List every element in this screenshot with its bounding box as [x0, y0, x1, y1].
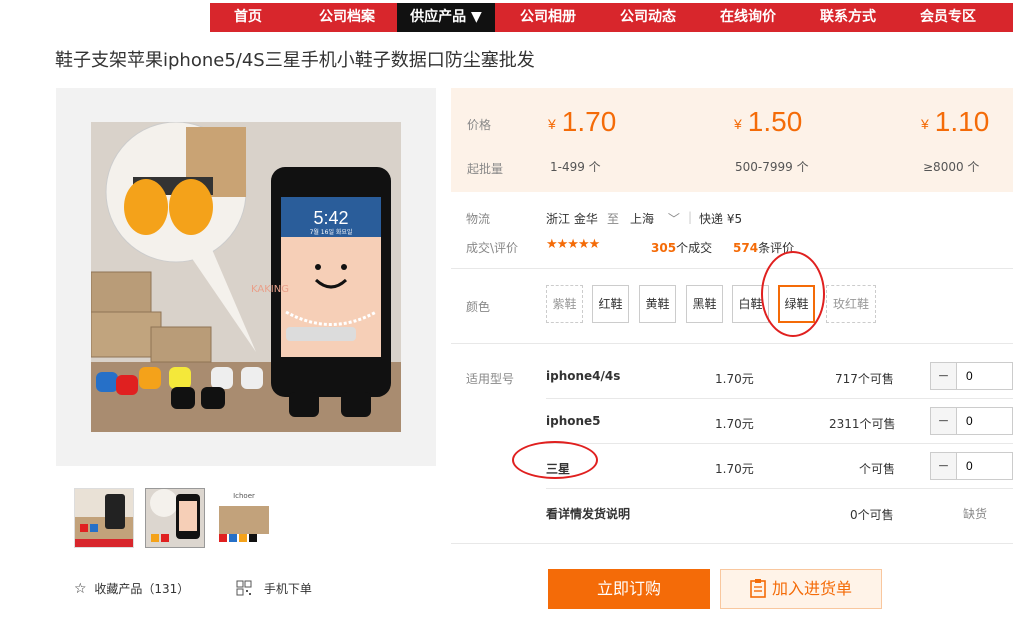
ship-to-word: 至	[607, 212, 620, 226]
deal-count-link[interactable]: 305个成交	[651, 239, 712, 256]
thumbnail-3[interactable]: Ichoer	[214, 488, 274, 548]
model-price-2: 1.70元	[715, 417, 754, 431]
nav-inquiry[interactable]: 在线询价	[703, 3, 793, 32]
annotation-circle-color	[761, 251, 825, 337]
svg-text:7월 16일 화요일: 7월 16일 화요일	[310, 228, 353, 236]
color-option-purple[interactable]: 紫鞋	[546, 285, 583, 323]
minus-button[interactable]: −	[931, 453, 957, 479]
logistics-label: 物流	[466, 212, 491, 226]
nav-members[interactable]: 会员专区	[903, 3, 993, 32]
price-tier-1: ¥1.70	[548, 106, 617, 137]
review-count: 574	[733, 241, 759, 255]
clipboard-icon	[750, 574, 766, 612]
price-panel: 价格 起批量 ¥1.70 1-499 个 ¥1.50 500-7999 个 ¥1…	[451, 88, 1013, 192]
annotation-circle-model	[512, 441, 598, 479]
divider-2	[451, 343, 1013, 344]
ship-to-select[interactable]: 上海 ﹀	[630, 210, 680, 227]
thumbnail-2-image	[146, 489, 204, 547]
separator: |	[688, 210, 693, 224]
favorite-button[interactable]: ☆ 收藏产品（131）	[74, 580, 189, 597]
out-of-stock-label: 缺货	[963, 507, 988, 521]
price-label: 价格	[467, 118, 492, 132]
model-name-1: iphone4/4s	[546, 369, 621, 383]
svg-text:Ichoer: Ichoer	[233, 492, 255, 500]
deal-suffix: 个成交	[676, 241, 713, 255]
top-nav: 首页 公司档案 供应产品 ▼ 公司相册 公司动态 在线询价 联系方式 会员专区	[0, 0, 1013, 32]
divider-1	[451, 268, 1013, 269]
nav-products[interactable]: 供应产品 ▼	[397, 3, 495, 32]
range-tier-2: 500-7999 个	[735, 160, 809, 174]
svg-text:5:42: 5:42	[313, 208, 348, 228]
product-title: 鞋子支架苹果iphone5/4S三星手机小鞋子数据口防尘塞批发	[55, 50, 535, 71]
minus-button[interactable]: −	[931, 363, 957, 389]
qr-code-icon	[236, 580, 252, 599]
model-price-3: 1.70元	[715, 462, 754, 476]
color-option-red[interactable]: 红鞋	[592, 285, 629, 323]
nav-news[interactable]: 公司动态	[603, 3, 693, 32]
add-to-cart-button[interactable]: 加入进货单	[720, 569, 882, 609]
nav-bar: 首页 公司档案 供应产品 ▼ 公司相册 公司动态 在线询价 联系方式 会员专区	[210, 3, 1013, 32]
thumbnail-3-image: Ichoer	[214, 488, 274, 548]
model-stock-2: 2311个可售	[829, 417, 896, 431]
model-stock-4: 0个可售	[850, 508, 894, 522]
thumbnail-1-image	[75, 489, 133, 547]
ship-from: 浙江 金华	[546, 212, 598, 226]
quantity-stepper-2: −	[930, 407, 1013, 435]
model-label: 适用型号	[466, 372, 515, 386]
moq-label: 起批量	[467, 162, 504, 176]
range-tier-1: 1-499 个	[550, 160, 601, 174]
buy-now-button[interactable]: 立即订购	[548, 569, 710, 609]
color-option-yellow[interactable]: 黄鞋	[639, 285, 676, 323]
price-tier-3: ¥1.10	[921, 106, 990, 137]
chevron-down-icon: ﹀	[667, 212, 680, 226]
model-stock-3: 个可售	[859, 462, 896, 476]
thumbnail-1[interactable]	[74, 488, 134, 548]
product-photo: 5:42 7월 16일 화요일 KAKING	[91, 122, 401, 432]
quantity-input[interactable]	[958, 409, 1012, 433]
shipping-details-link[interactable]: 看详情发货说明	[546, 505, 630, 522]
color-option-black[interactable]: 黑鞋	[686, 285, 723, 323]
model-price-1: 1.70元	[715, 372, 754, 386]
nav-home[interactable]: 首页	[210, 3, 286, 32]
deals-label: 成交\评价	[466, 241, 519, 255]
minus-button[interactable]: −	[931, 408, 957, 434]
product-photo-drawing: 5:42 7월 16일 화요일 KAKING	[91, 122, 401, 432]
row-divider	[546, 443, 1013, 444]
color-option-rose[interactable]: 玫红鞋	[826, 285, 876, 323]
divider-3	[451, 543, 1013, 544]
nav-album[interactable]: 公司相册	[503, 3, 593, 32]
quantity-input[interactable]	[958, 454, 1012, 478]
favorite-label: 收藏产品（131）	[94, 582, 190, 596]
quantity-stepper-1: −	[930, 362, 1013, 390]
quantity-stepper-3: −	[930, 452, 1013, 480]
deal-count: 305	[651, 241, 677, 255]
range-tier-3: ≥8000 个	[923, 160, 980, 174]
express-fee: 快递 ¥5	[699, 212, 743, 226]
price-tier-2: ¥1.50	[734, 106, 803, 137]
star-outline-icon: ☆	[74, 581, 87, 597]
rating-stars: ★★★★★	[546, 237, 600, 252]
model-name-2: iphone5	[546, 414, 601, 428]
ship-to-value: 上海	[630, 212, 655, 226]
mobile-order-label: 手机下单	[263, 582, 312, 596]
mobile-order-button[interactable]: 手机下单	[236, 580, 312, 599]
color-label: 颜色	[466, 300, 491, 314]
main-image-panel[interactable]: 5:42 7월 16일 화요일 KAKING	[56, 88, 436, 466]
model-stock-1: 717个可售	[835, 372, 894, 386]
row-divider	[546, 398, 1013, 399]
thumbnail-2[interactable]	[145, 488, 205, 548]
nav-company-profile[interactable]: 公司档案	[304, 3, 390, 32]
quantity-input[interactable]	[958, 364, 1012, 388]
row-divider	[546, 488, 1013, 489]
add-to-cart-label: 加入进货单	[771, 579, 852, 598]
svg-text:KAKING: KAKING	[251, 284, 289, 295]
nav-contact[interactable]: 联系方式	[803, 3, 893, 32]
